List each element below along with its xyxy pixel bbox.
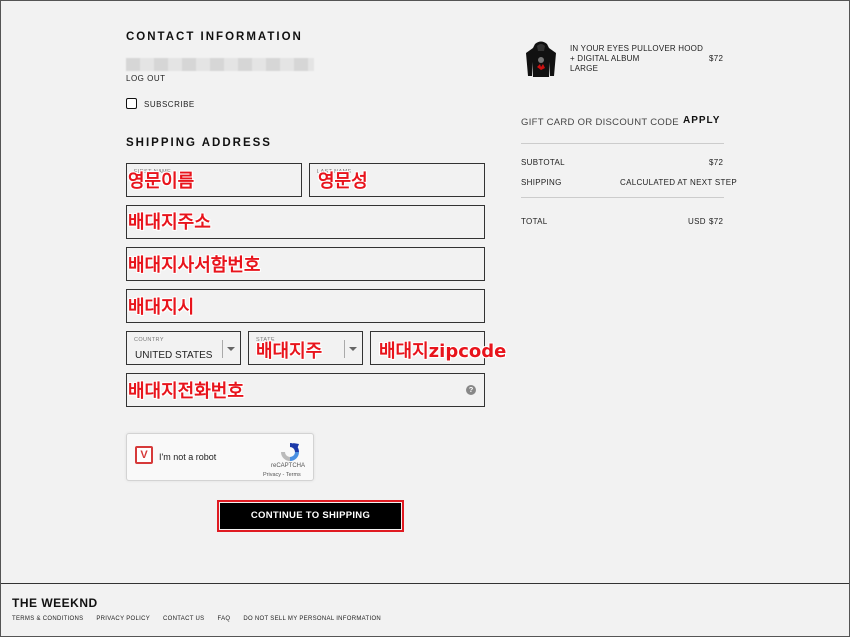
annotation-phone: 배대지전화번호 xyxy=(128,381,244,402)
total-label: TOTAL xyxy=(521,217,548,226)
logout-link[interactable]: LOG OUT xyxy=(126,74,166,83)
help-icon[interactable]: ? xyxy=(466,385,476,395)
divider xyxy=(521,197,724,198)
footer-divider xyxy=(1,583,849,584)
shipping-title: SHIPPING ADDRESS xyxy=(126,137,272,149)
country-label: COUNTRY xyxy=(134,337,164,343)
subscribe-label: SUBSCRIBE xyxy=(144,100,195,109)
recaptcha-checkbox[interactable]: V xyxy=(135,446,153,464)
recaptcha-terms[interactable]: Privacy - Terms xyxy=(263,472,301,478)
chevron-down-icon xyxy=(349,347,357,351)
footer-link-terms[interactable]: TERMS & CONDITIONS xyxy=(12,616,83,622)
subtotal-label: SUBTOTAL xyxy=(521,158,565,167)
country-separator xyxy=(222,340,223,358)
continue-to-shipping-button[interactable]: CONTINUE TO SHIPPING xyxy=(220,503,401,529)
total-value: $72 xyxy=(709,217,724,226)
annotation-apartment: 배대지사서함번호 xyxy=(128,255,261,276)
footer-link-privacy[interactable]: PRIVACY POLICY xyxy=(96,616,150,622)
email-redacted xyxy=(126,58,314,71)
annotation-zip: 배대지zipcode xyxy=(379,341,507,362)
contact-title: CONTACT INFORMATION xyxy=(126,31,303,43)
footer-links: TERMS & CONDITIONS PRIVACY POLICY CONTAC… xyxy=(12,616,392,622)
annotation-last-name: 영문성 xyxy=(318,171,368,192)
shipping-value: CALCULATED AT NEXT STEP xyxy=(620,178,738,187)
annotation-city: 배대지시 xyxy=(128,297,195,318)
state-separator xyxy=(344,340,345,358)
recaptcha-label: I'm not a robot xyxy=(159,452,217,462)
divider xyxy=(521,143,724,144)
product-hoodie-image xyxy=(526,41,556,77)
country-select[interactable]: COUNTRY UNITED STATES xyxy=(126,331,241,365)
subtotal-value: $72 xyxy=(709,158,724,167)
footer-link-faq[interactable]: FAQ xyxy=(217,616,230,622)
subscribe-checkbox[interactable] xyxy=(126,98,137,109)
footer-link-contact[interactable]: CONTACT US xyxy=(163,616,204,622)
footer-brand[interactable]: THE WEEKND xyxy=(12,596,98,610)
recaptcha-logo-icon xyxy=(281,443,299,461)
recaptcha-widget: V I'm not a robot reCAPTCHA Privacy - Te… xyxy=(126,433,314,481)
annotation-address: 배대지주소 xyxy=(128,212,211,233)
apply-button[interactable]: APPLY xyxy=(683,115,720,126)
product-price: $72 xyxy=(709,54,724,63)
footer-link-do-not-sell[interactable]: DO NOT SELL MY PERSONAL INFORMATION xyxy=(243,616,381,622)
product-name-line-2: + DIGITAL ALBUM xyxy=(570,54,640,63)
chevron-down-icon xyxy=(227,347,235,351)
discount-code-input[interactable]: GIFT CARD OR DISCOUNT CODE xyxy=(521,117,679,128)
shipping-label: SHIPPING xyxy=(521,178,562,187)
annotation-state: 배대지주 xyxy=(256,341,323,362)
country-value: UNITED STATES xyxy=(135,350,213,361)
annotation-first-name: 영문이름 xyxy=(128,171,195,192)
recaptcha-brand: reCAPTCHA xyxy=(271,463,306,469)
product-size: LARGE xyxy=(570,64,599,73)
product-name-line-1: IN YOUR EYES PULLOVER HOOD xyxy=(570,44,704,53)
total-currency: USD xyxy=(688,217,706,226)
